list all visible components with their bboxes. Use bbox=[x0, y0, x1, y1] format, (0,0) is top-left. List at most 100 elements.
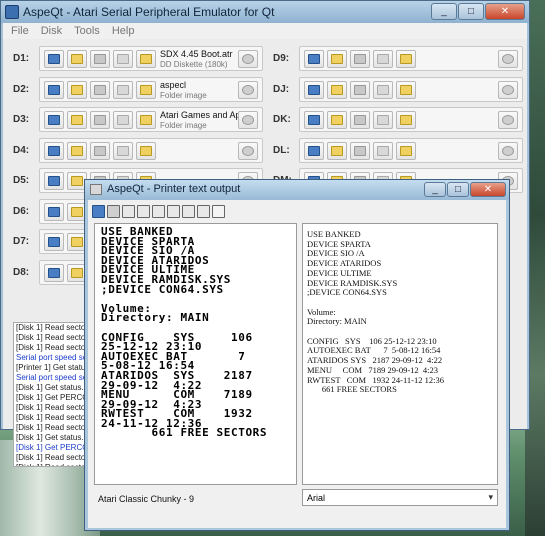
browse-folder-icon[interactable] bbox=[396, 80, 416, 99]
drive-slot-dl: DL: bbox=[269, 137, 523, 164]
eject-icon[interactable] bbox=[350, 50, 370, 68]
disk-image-type: Folder image bbox=[160, 90, 207, 100]
mount-folder-icon[interactable] bbox=[67, 50, 87, 68]
maximize-button[interactable]: □ bbox=[458, 3, 484, 20]
font-icon[interactable] bbox=[137, 204, 150, 218]
log-line: [Disk 1] Read sector 1 bbox=[16, 453, 93, 462]
log-line: [Disk 1] Get status. bbox=[16, 433, 84, 442]
drive-box bbox=[299, 46, 523, 71]
eject-icon[interactable] bbox=[350, 80, 370, 99]
drive-label: D6: bbox=[13, 205, 30, 217]
drive-box: SDX 4.45 Boot.atr DD Diskette (180k) bbox=[39, 46, 263, 71]
drive-box bbox=[299, 137, 523, 163]
printer-minimize-button[interactable]: _ bbox=[424, 182, 446, 197]
log-panel[interactable]: [Disk 1] Read sector 1 [Disk 1] Read sect… bbox=[13, 322, 93, 467]
mount-folder-icon[interactable] bbox=[67, 141, 87, 160]
mount-disk-icon[interactable] bbox=[44, 50, 64, 68]
eject-icon[interactable] bbox=[90, 141, 110, 160]
mount-folder-icon[interactable] bbox=[327, 80, 347, 99]
browse-folder-icon[interactable] bbox=[396, 111, 416, 129]
mount-disk-icon[interactable] bbox=[44, 141, 64, 160]
menu-disk[interactable]: Disk bbox=[41, 25, 62, 37]
next-side-icon[interactable] bbox=[373, 50, 393, 68]
drive-options-icon[interactable] bbox=[498, 141, 518, 160]
browse-folder-icon[interactable] bbox=[136, 80, 156, 99]
mount-folder-icon[interactable] bbox=[327, 111, 347, 129]
browse-folder-icon[interactable] bbox=[136, 141, 156, 160]
printer-title-bar[interactable]: AspeQt - Printer text output _ □ ✕ bbox=[85, 180, 509, 200]
browse-folder-icon[interactable] bbox=[396, 50, 416, 68]
mount-disk-icon[interactable] bbox=[44, 111, 64, 129]
drive-options-icon[interactable] bbox=[238, 141, 258, 160]
font-select[interactable]: Arial ▾ bbox=[302, 489, 498, 506]
drive-options-icon[interactable] bbox=[238, 50, 258, 68]
eject-icon[interactable] bbox=[90, 50, 110, 68]
next-side-icon[interactable] bbox=[113, 80, 133, 99]
drive-slot-d1: D1: SDX 4.45 Boot.atr DD Diskette (180k) bbox=[9, 45, 263, 72]
drive-slot-dk: DK: bbox=[269, 106, 523, 133]
mount-disk-icon[interactable] bbox=[44, 202, 64, 221]
atari-font-label[interactable]: Atari Classic Chunky - 9 bbox=[98, 494, 194, 504]
select-all-icon[interactable] bbox=[122, 204, 135, 218]
drive-options-icon[interactable] bbox=[238, 80, 258, 99]
eject-icon[interactable] bbox=[350, 111, 370, 129]
ascii-output-text: USE BANKED DEVICE SPARTA DEVICE SIO /A D… bbox=[307, 229, 444, 395]
eject-icon[interactable] bbox=[90, 80, 110, 99]
next-side-icon[interactable] bbox=[373, 80, 393, 99]
menu-help[interactable]: Help bbox=[112, 25, 135, 37]
drive-options-icon[interactable] bbox=[498, 50, 518, 68]
eject-icon[interactable] bbox=[350, 141, 370, 160]
disk-image-name: SDX 4.45 Boot.atr bbox=[160, 49, 233, 59]
print-icon[interactable] bbox=[107, 204, 120, 218]
mount-disk-icon[interactable] bbox=[44, 233, 64, 251]
drive-slot-d4: D4: bbox=[9, 137, 263, 164]
clear-icon[interactable] bbox=[212, 204, 225, 218]
drive-options-icon[interactable] bbox=[498, 111, 518, 129]
mount-folder-icon[interactable] bbox=[327, 50, 347, 68]
eject-icon[interactable] bbox=[90, 111, 110, 129]
main-title-bar[interactable]: AspeQt - Atari Serial Peripheral Emulato… bbox=[1, 1, 529, 23]
printer-maximize-button[interactable]: □ bbox=[447, 182, 469, 197]
mount-folder-icon[interactable] bbox=[67, 111, 87, 129]
drive-options-icon[interactable] bbox=[498, 80, 518, 99]
drive-label: DK: bbox=[273, 114, 291, 125]
columns-icon[interactable] bbox=[197, 204, 210, 218]
drive-slot-d2: D2: aspecl Folder image bbox=[9, 76, 263, 103]
mount-disk-icon[interactable] bbox=[304, 50, 324, 68]
atascii-icon[interactable] bbox=[167, 204, 180, 218]
browse-folder-icon[interactable] bbox=[136, 111, 156, 129]
mount-disk-icon[interactable] bbox=[304, 80, 324, 99]
next-side-icon[interactable] bbox=[113, 50, 133, 68]
menu-file[interactable]: File bbox=[11, 25, 29, 37]
minimize-button[interactable]: _ bbox=[431, 3, 457, 20]
ascii-output-pane[interactable]: USE BANKED DEVICE SPARTA DEVICE SIO /A D… bbox=[302, 223, 498, 485]
next-side-icon[interactable] bbox=[113, 141, 133, 160]
mount-disk-icon[interactable] bbox=[304, 141, 324, 160]
printer-window: AspeQt - Printer text output _ □ ✕ USE B… bbox=[84, 179, 510, 531]
mount-disk-icon[interactable] bbox=[44, 80, 64, 99]
menu-tools[interactable]: Tools bbox=[74, 25, 100, 37]
mount-folder-icon[interactable] bbox=[67, 80, 87, 99]
drive-slot-dj: DJ: bbox=[269, 76, 523, 103]
drive-options-icon[interactable] bbox=[238, 111, 258, 129]
save-icon[interactable] bbox=[92, 204, 105, 218]
printer-close-button[interactable]: ✕ bbox=[470, 182, 506, 197]
atari-output-pane[interactable]: USE BANKED DEVICE SPARTA DEVICE SIO /A D… bbox=[94, 223, 297, 485]
stop-icon[interactable] bbox=[182, 204, 195, 218]
ascii-icon[interactable] bbox=[152, 204, 165, 218]
log-line: Serial port speed set t bbox=[16, 373, 93, 382]
next-side-icon[interactable] bbox=[113, 111, 133, 129]
mount-folder-icon[interactable] bbox=[327, 141, 347, 160]
mount-disk-icon[interactable] bbox=[44, 172, 64, 190]
mount-disk-icon[interactable] bbox=[44, 263, 64, 282]
close-button[interactable]: ✕ bbox=[485, 3, 525, 20]
next-side-icon[interactable] bbox=[373, 111, 393, 129]
browse-folder-icon[interactable] bbox=[136, 50, 156, 68]
drive-label: D7: bbox=[13, 236, 30, 247]
next-side-icon[interactable] bbox=[373, 141, 393, 160]
browse-folder-icon[interactable] bbox=[396, 141, 416, 160]
drive-slot-d9: D9: bbox=[269, 45, 523, 72]
printer-window-title: AspeQt - Printer text output bbox=[107, 183, 241, 195]
drive-label: D8: bbox=[13, 266, 30, 278]
mount-disk-icon[interactable] bbox=[304, 111, 324, 129]
